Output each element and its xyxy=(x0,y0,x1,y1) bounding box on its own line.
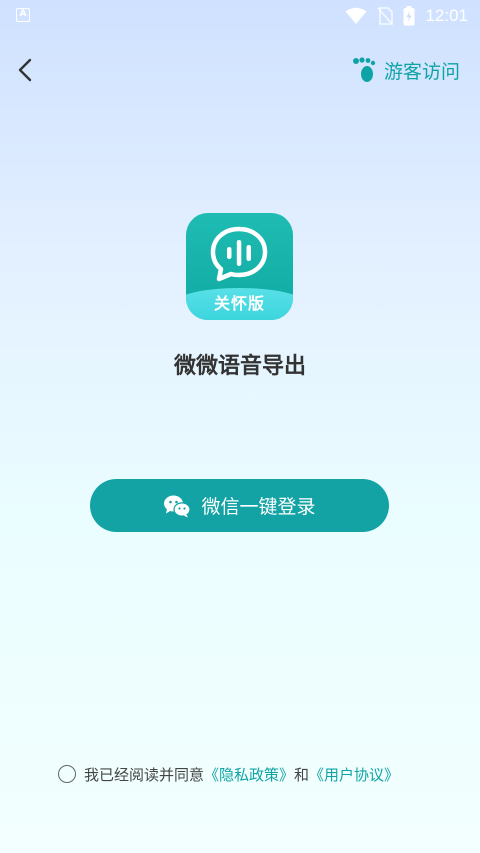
footprint-icon xyxy=(352,57,376,82)
wechat-icon xyxy=(164,495,192,517)
agree-checkbox[interactable] xyxy=(58,765,76,783)
privacy-policy-link[interactable]: 《隐私政策》 xyxy=(204,764,294,785)
agreement-text: 我已经阅读并同意 xyxy=(84,765,205,784)
chevron-left-icon xyxy=(18,58,32,82)
wechat-login-button[interactable]: 微信一键登录 xyxy=(90,479,389,532)
status-icons: 12:01 xyxy=(345,5,468,27)
wechat-login-label: 微信一键登录 xyxy=(201,496,316,518)
back-button[interactable] xyxy=(14,56,40,84)
voice-chat-icon xyxy=(210,226,268,282)
agreement-connector: 和 xyxy=(294,765,310,784)
app-title: 微微语音导出 xyxy=(173,354,306,379)
notification-a-icon: A xyxy=(16,8,30,22)
app-logo: 关怀版 xyxy=(186,213,293,320)
agreement-row: 我已经阅读并同意 《隐私政策》 和 《用户协议》 xyxy=(58,762,399,786)
status-bar: A 12:01 xyxy=(0,0,480,34)
battery-charging-icon xyxy=(403,6,415,26)
status-clock: 12:01 xyxy=(425,6,468,25)
user-agreement-link[interactable]: 《用户协议》 xyxy=(309,764,399,785)
care-edition-badge: 关怀版 xyxy=(213,294,265,313)
guest-access-label: 游客访问 xyxy=(383,60,460,83)
no-sim-icon xyxy=(377,7,394,25)
wifi-icon xyxy=(345,7,367,24)
guest-access-button[interactable]: 游客访问 xyxy=(352,56,460,84)
